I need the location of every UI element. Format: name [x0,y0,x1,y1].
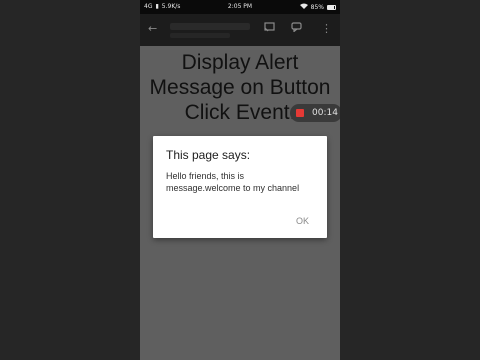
wifi-icon [299,3,308,11]
toolbar-subtitle-placeholder [170,33,230,38]
battery-percent: 85% [310,3,324,11]
more-vert-icon[interactable]: ⋮ [321,22,332,36]
battery-icon [327,4,336,10]
dialog-message: Hello friends, this is message.welcome t… [166,171,300,193]
record-stop-icon[interactable] [296,109,304,117]
ok-button[interactable]: OK [296,216,309,226]
recording-badge[interactable]: 00:14 [290,104,340,122]
back-arrow-icon[interactable]: ← [148,22,157,36]
cast-icon[interactable] [264,22,275,36]
dialog-title: This page says: [166,148,251,162]
status-bar: 4G ▮ 5.9K/s 2:05 PM 85% [140,0,340,14]
left-pillarbox [0,0,140,360]
recording-time: 00:14 [312,108,338,118]
alert-dialog: This page says: Hello friends, this is m… [153,136,327,238]
chat-icon[interactable] [291,22,302,36]
status-right: 85% [299,3,336,11]
phone-screen: 4G ▮ 5.9K/s 2:05 PM 85% ← ⋮ Display Aler… [140,0,340,360]
browser-toolbar: ← ⋮ [140,14,340,46]
toolbar-title-placeholder [170,23,250,30]
right-pillarbox [340,0,480,360]
